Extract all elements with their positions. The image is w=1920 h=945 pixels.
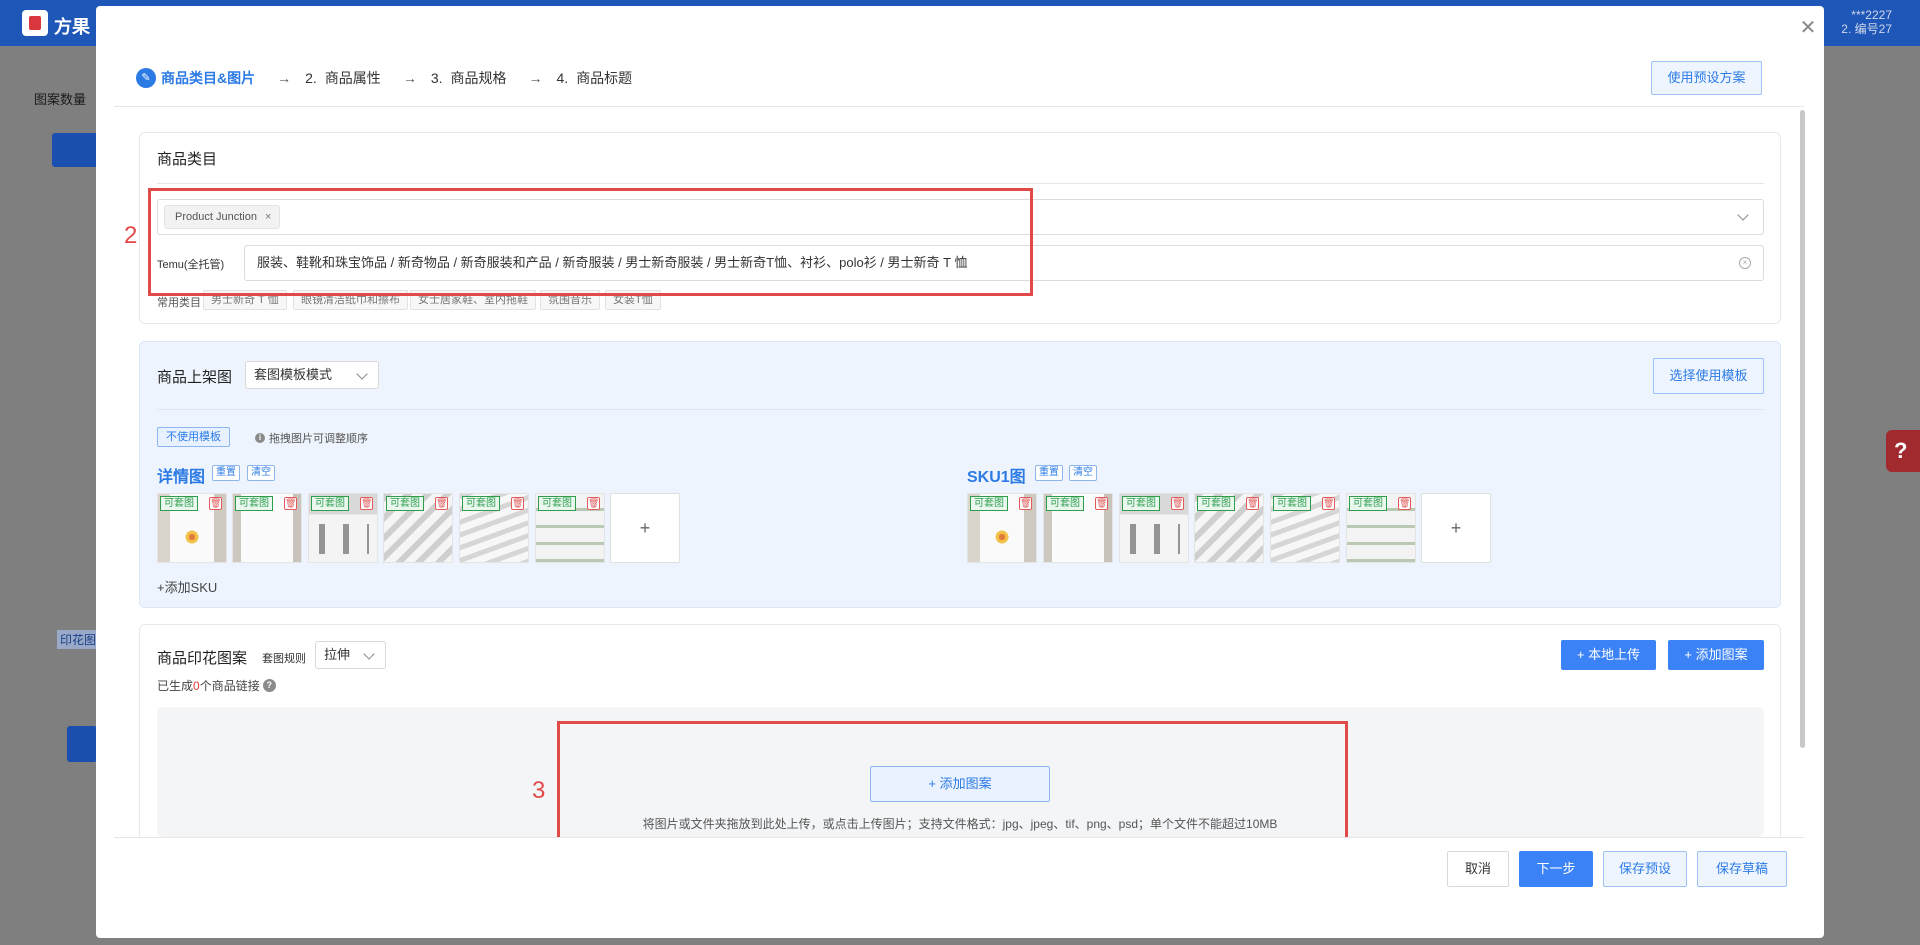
trash-icon[interactable]: 🗑: [1095, 497, 1108, 510]
chevron-down-icon: [1737, 209, 1749, 221]
trash-icon[interactable]: 🗑: [1171, 497, 1184, 510]
print-tag-bg: 印花图: [57, 630, 100, 649]
generated-count: 0: [193, 678, 200, 693]
arrow-right-icon: →: [402, 70, 417, 86]
trash-icon[interactable]: 🗑: [435, 497, 448, 510]
trash-icon[interactable]: 🗑: [284, 497, 297, 510]
generated-links-text: 已生成 0 个商品链接 ?: [157, 677, 276, 694]
step-category-images[interactable]: ✎ 商品类目&图片: [136, 68, 255, 88]
listing-divider: [157, 409, 1764, 410]
detail-clear-button[interactable]: 清空: [247, 465, 275, 481]
user-info[interactable]: ***2227 2. 编号27: [1841, 8, 1892, 36]
common-category-label: 常用类目: [157, 297, 201, 309]
trash-icon[interactable]: 🗑: [209, 497, 222, 510]
footer-divider: [114, 837, 1804, 838]
trash-icon[interactable]: 🗑: [1322, 497, 1335, 510]
annotation-number-2: 2: [124, 222, 138, 249]
select-template-button[interactable]: 选择使用模板: [1653, 358, 1764, 394]
detail-image[interactable]: 可套图 🗑: [459, 493, 529, 563]
print-pattern-title: 商品印花图案: [157, 650, 248, 667]
detail-image[interactable]: 可套图 🗑: [157, 493, 227, 563]
listing-mode-select[interactable]: 套图模板模式: [245, 361, 379, 389]
add-pattern-button[interactable]: + 添加图案: [1668, 640, 1764, 670]
detail-image[interactable]: 可套图 🗑: [383, 493, 453, 563]
add-sku-button[interactable]: +添加SKU: [157, 577, 217, 596]
use-preset-button[interactable]: 使用预设方案: [1651, 61, 1762, 95]
listing-images-title: 商品上架图: [157, 369, 233, 386]
clear-icon[interactable]: ×: [1739, 257, 1751, 269]
annotation-number-3: 3: [532, 777, 546, 804]
detail-image[interactable]: 可套图 🗑: [535, 493, 605, 563]
sku-reset-button[interactable]: 重置: [1035, 465, 1063, 481]
step-title[interactable]: 4. 商品标题: [557, 68, 633, 88]
header-divider: [114, 106, 1804, 107]
close-icon[interactable]: ✕: [1797, 17, 1819, 39]
listing-images-card: [139, 341, 1781, 608]
chevron-down-icon: [363, 648, 375, 660]
pattern-count-label: 图案数量: [34, 92, 87, 107]
sku-image[interactable]: 可套图 🗑: [1043, 493, 1113, 563]
rule-label: 套图规则: [262, 653, 306, 665]
sku-image[interactable]: 可套图 🗑: [1346, 493, 1416, 563]
rule-select[interactable]: 拉伸: [315, 641, 386, 669]
trash-icon[interactable]: 🗑: [1019, 497, 1032, 510]
category-divider: [157, 183, 1764, 184]
trash-icon[interactable]: 🗑: [1246, 497, 1259, 510]
annotation-box-3: [557, 721, 1348, 841]
edit-icon: ✎: [136, 68, 156, 88]
help-question-icon[interactable]: ?: [1886, 430, 1920, 472]
next-step-button[interactable]: 下一步: [1519, 851, 1593, 887]
detail-image[interactable]: 可套图 🗑: [232, 493, 302, 563]
cancel-button[interactable]: 取消: [1447, 851, 1509, 887]
upload-button-bg[interactable]: [52, 133, 100, 167]
step-specs[interactable]: 3. 商品规格: [431, 68, 507, 88]
trash-icon[interactable]: 🗑: [587, 497, 600, 510]
add-detail-image-button[interactable]: +: [610, 493, 680, 563]
category-title: 商品类目: [157, 151, 218, 168]
trash-icon[interactable]: 🗑: [1398, 497, 1411, 510]
drag-hint: i 拖拽图片可调整顺序: [255, 430, 368, 446]
step-indicator: ✎ 商品类目&图片 → 2. 商品属性 → 3. 商品规格 → 4. 商品标题: [136, 66, 632, 90]
arrow-right-icon: →: [277, 70, 292, 86]
detail-reset-button[interactable]: 重置: [212, 465, 240, 481]
sku-image[interactable]: 可套图 🗑: [1194, 493, 1264, 563]
detail-image[interactable]: 可套图 🗑: [308, 493, 378, 563]
trash-icon[interactable]: 🗑: [511, 497, 524, 510]
local-upload-button[interactable]: + 本地上传: [1561, 640, 1656, 670]
question-icon[interactable]: ?: [262, 679, 276, 692]
sku-images-title: SKU1图: [967, 469, 1026, 486]
save-draft-button[interactable]: 保存草稿: [1697, 851, 1787, 887]
modal-scrollbar[interactable]: [1800, 110, 1805, 748]
no-template-tag[interactable]: 不使用模板: [157, 427, 230, 447]
sku-image[interactable]: 可套图 🗑: [967, 493, 1037, 563]
app-logo-icon: [22, 10, 48, 36]
detail-images-title: 详情图: [157, 469, 206, 486]
chevron-down-icon: [356, 368, 368, 380]
sku-image[interactable]: 可套图 🗑: [1119, 493, 1189, 563]
info-icon: i: [255, 433, 265, 443]
trash-icon[interactable]: 🗑: [360, 497, 373, 510]
sku-image[interactable]: 可套图 🗑: [1270, 493, 1340, 563]
save-preset-button[interactable]: 保存预设: [1603, 851, 1687, 887]
add-sku-image-button[interactable]: +: [1421, 493, 1491, 563]
arrow-right-icon: →: [528, 70, 543, 86]
annotation-box-2: [148, 188, 1033, 296]
sku-clear-button[interactable]: 清空: [1069, 465, 1097, 481]
app-brand: 方果: [54, 17, 90, 37]
step-attributes[interactable]: 2. 商品属性: [305, 68, 381, 88]
action-button-bg[interactable]: [67, 726, 97, 762]
